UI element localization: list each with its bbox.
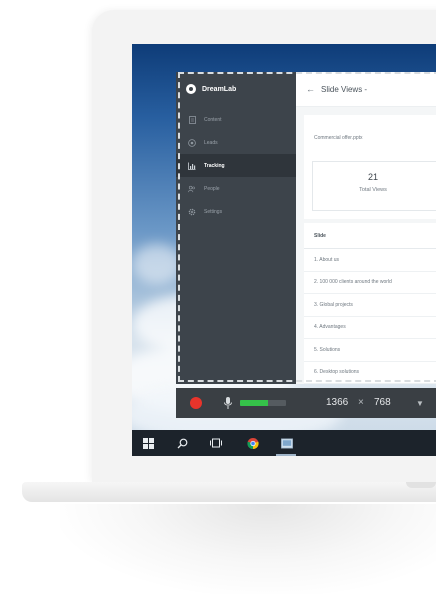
sidebar-item-settings[interactable]: Settings xyxy=(176,200,296,223)
capture-width[interactable]: 1366 xyxy=(326,397,348,408)
content-area: Commercial offer.pptx 21 Total Views Sli… xyxy=(296,107,436,384)
app-window: DreamLab Content Leads Tracking People S… xyxy=(176,72,436,384)
laptop-shadow xyxy=(60,504,436,594)
table-row[interactable]: 1. About us xyxy=(304,249,436,272)
recorder-toolbar: 1366 × 768 ▼ xyxy=(176,388,436,418)
audio-level-fill xyxy=(240,400,268,406)
table-header[interactable]: Slide xyxy=(304,223,436,249)
audio-level-meter xyxy=(240,400,286,406)
microphone-icon[interactable] xyxy=(223,396,233,410)
total-views-label: Total Views xyxy=(359,187,387,193)
laptop-notch xyxy=(406,482,436,488)
back-arrow-icon[interactable]: ← xyxy=(306,84,315,94)
chevron-down-icon[interactable]: ▼ xyxy=(416,399,424,408)
chrome-icon[interactable] xyxy=(247,437,259,449)
task-view-icon[interactable] xyxy=(210,437,222,449)
windows-start-icon[interactable] xyxy=(142,437,154,449)
main-panel: ← Slide Views - Commercial offer.pptx 21… xyxy=(296,72,436,384)
sidebar-nav: Content Leads Tracking People Settings xyxy=(176,108,296,223)
record-button[interactable] xyxy=(190,397,202,409)
table-row[interactable]: 5. Solutions xyxy=(304,339,436,362)
app-icon[interactable] xyxy=(281,437,293,449)
capture-height[interactable]: 768 xyxy=(374,397,391,408)
table-row[interactable]: 2. 100 000 clients around the world xyxy=(304,272,436,294)
sidebar-item-leads[interactable]: Leads xyxy=(176,131,296,154)
brand[interactable]: DreamLab xyxy=(186,84,236,94)
sidebar-item-label: People xyxy=(204,185,220,192)
target-icon xyxy=(188,138,196,147)
sidebar: DreamLab Content Leads Tracking People S… xyxy=(176,72,296,384)
table-row[interactable]: 6. Desktop solutions xyxy=(304,362,436,384)
sidebar-item-label: Settings xyxy=(204,208,223,215)
gear-icon xyxy=(188,208,196,216)
stats-panel: Commercial offer.pptx 21 Total Views xyxy=(304,115,436,219)
sidebar-item-people[interactable]: People xyxy=(176,177,296,200)
sidebar-item-label: Tracking xyxy=(204,162,225,169)
slides-table: Slide 1. About us 2. 100 000 clients aro… xyxy=(304,223,436,384)
people-icon xyxy=(188,185,196,193)
brand-logo-icon xyxy=(186,84,196,94)
taskbar xyxy=(132,430,436,456)
file-name: Commercial offer.pptx xyxy=(314,135,363,141)
dimension-separator: × xyxy=(358,397,364,408)
chart-icon xyxy=(188,162,196,170)
table-row[interactable]: 4. Advantages xyxy=(304,317,436,339)
table-row[interactable]: 3. Global projects xyxy=(304,294,436,317)
page-header: ← Slide Views - xyxy=(296,72,436,107)
sidebar-item-label: Content xyxy=(204,116,222,123)
total-views-card: 21 Total Views xyxy=(312,161,436,211)
active-app-indicator xyxy=(276,454,296,456)
total-views-value: 21 xyxy=(367,172,378,182)
document-icon xyxy=(188,115,196,124)
brand-name: DreamLab xyxy=(202,85,237,93)
sidebar-item-tracking[interactable]: Tracking xyxy=(176,154,296,177)
laptop-base xyxy=(22,482,436,502)
search-icon[interactable] xyxy=(176,437,188,449)
sidebar-item-label: Leads xyxy=(204,139,218,146)
page-title: Slide Views - xyxy=(321,84,368,94)
sidebar-item-content[interactable]: Content xyxy=(176,108,296,131)
